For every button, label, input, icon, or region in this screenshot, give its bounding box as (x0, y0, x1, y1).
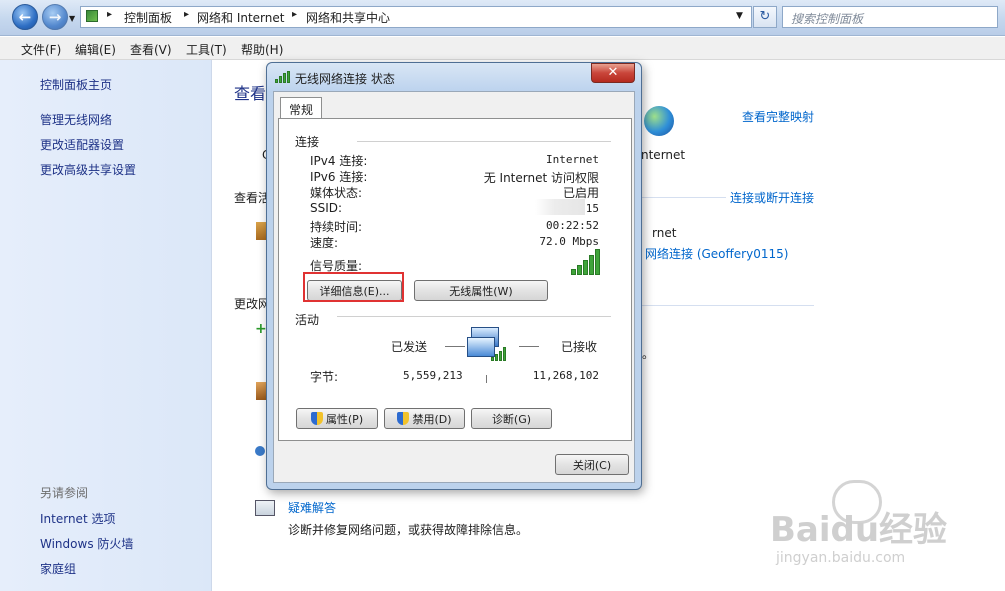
wireless-connection-link[interactable]: 网络连接 (Geoffery0115) (645, 245, 788, 262)
group-divider (357, 141, 611, 142)
access-type-label: rnet (652, 226, 677, 240)
change-settings-heading: 更改网 (234, 297, 271, 311)
received-label: 已接收 (561, 340, 598, 354)
bytes-label: 字节: (310, 370, 339, 384)
sharing-options-icon (255, 446, 265, 456)
troubleshoot-description: 诊断并修复网络问题，或获得故障排除信息。 (288, 523, 529, 537)
disable-label: 禁用(D) (412, 412, 452, 426)
page-heading: 查看 (234, 84, 267, 103)
signal-quality-bars (571, 249, 603, 275)
baidu-watermark: Baidu经验 jingyan.baidu.com (770, 480, 1000, 590)
dialog-close-icon[interactable]: ✕ (591, 63, 635, 83)
menu-tools[interactable]: 工具(T) (186, 41, 227, 58)
menu-help[interactable]: 帮助(H) (241, 41, 283, 58)
speed-label: 速度: (310, 236, 339, 250)
connect-disconnect-link[interactable]: 连接或断开连接 (730, 189, 814, 206)
dialog-title: 无线网络连接 状态 (295, 72, 395, 86)
sidebar-adapter-settings[interactable]: 更改适配器设置 (40, 136, 124, 153)
network-folder-icon (86, 10, 98, 22)
sidebar: 控制面板主页 管理无线网络 更改适配器设置 更改高级共享设置 另请参阅 Inte… (0, 60, 212, 591)
refresh-icon[interactable]: ↻ (753, 6, 777, 28)
uac-shield-icon (310, 412, 323, 425)
history-dropdown-icon[interactable]: ▼ (69, 14, 75, 23)
duration-label: 持续时间: (310, 220, 363, 234)
ipv6-label: IPv6 连接: (310, 170, 368, 184)
ipv4-value: Internet (546, 153, 599, 166)
address-bar: ← → ▼ ▸ 控制面板 ▸ 网络和 Internet ▸ 网络和共享中心 ▼ … (0, 0, 1005, 36)
group-divider (337, 316, 611, 317)
menu-edit[interactable]: 编辑(E) (75, 41, 116, 58)
see-also-heading: 另请参阅 (40, 486, 89, 500)
breadcrumb-network-internet[interactable]: 网络和 Internet (197, 9, 284, 26)
wireless-properties-button[interactable]: 无线属性(W) (414, 280, 548, 301)
duration-value: 00:22:52 (546, 219, 599, 232)
sent-line (445, 346, 465, 347)
media-state-label: 媒体状态: (310, 186, 363, 200)
breadcrumb-sep-icon: ▸ (292, 9, 298, 20)
activity-group-label: 活动 (295, 313, 320, 327)
uac-shield-icon (397, 412, 410, 425)
ssid-label: SSID: (310, 201, 343, 215)
close-button[interactable]: 关闭(C) (555, 454, 629, 475)
speed-value: 72.0 Mbps (539, 235, 599, 248)
sent-label: 已发送 (391, 340, 428, 354)
received-line (519, 346, 539, 347)
address-dropdown-icon[interactable]: ▼ (736, 11, 743, 21)
diagnose-button[interactable]: 诊断(G) (471, 408, 552, 429)
menu-file[interactable]: 文件(F) (21, 41, 61, 58)
see-also-firewall[interactable]: Windows 防火墙 (40, 535, 133, 552)
breadcrumb-sharing-center[interactable]: 网络和共享中心 (306, 9, 390, 26)
disable-button[interactable]: 禁用(D) (384, 408, 465, 429)
ssid-blur (535, 199, 585, 215)
divider (640, 197, 726, 198)
watermark-brand: Baidu经验 (770, 510, 948, 550)
forward-button[interactable]: → (42, 4, 68, 30)
bytes-sent-value: 5,559,213 (403, 369, 463, 382)
highlight-box (303, 272, 404, 302)
search-input[interactable]: 搜索控制面板 (782, 6, 998, 28)
ipv4-label: IPv4 连接: (310, 154, 368, 168)
internet-globe-icon (644, 106, 674, 136)
view-full-map-link[interactable]: 查看完整映射 (742, 108, 814, 125)
back-button[interactable]: ← (12, 4, 38, 30)
tab-general[interactable]: 常规 (280, 97, 322, 119)
breadcrumb-sep-icon: ▸ (107, 9, 113, 20)
troubleshoot-link[interactable]: 疑难解答 (288, 499, 336, 516)
activity-tick (486, 375, 487, 383)
breadcrumb-control-panel[interactable]: 控制面板 (124, 9, 172, 26)
troubleshoot-icon (255, 500, 275, 516)
breadcrumb-sep-icon: ▸ (184, 9, 190, 20)
network-computers-icon (467, 327, 506, 361)
menu-bar: 文件(F) 编辑(E) 查看(V) 工具(T) 帮助(H) (0, 37, 1005, 60)
signal-icon (275, 71, 291, 83)
sidebar-manage-wireless[interactable]: 管理无线网络 (40, 111, 112, 128)
properties-label: 属性(P) (325, 412, 364, 426)
connection-group-label: 连接 (295, 135, 320, 149)
see-also-internet-options[interactable]: Internet 选项 (40, 510, 115, 527)
period-text: 。 (642, 347, 655, 361)
internet-label: nternet (641, 148, 686, 162)
bytes-received-value: 11,268,102 (532, 369, 599, 382)
menu-view[interactable]: 查看(V) (130, 41, 172, 58)
watermark-url: jingyan.baidu.com (776, 550, 906, 566)
address-field[interactable] (80, 6, 752, 28)
see-also-homegroup[interactable]: 家庭组 (40, 560, 76, 577)
divider (640, 305, 814, 306)
sidebar-home-link[interactable]: 控制面板主页 (40, 76, 112, 93)
dialog-titlebar[interactable]: 无线网络连接 状态 (267, 63, 641, 91)
active-networks-heading: 查看活 (234, 191, 271, 205)
ssid-value: 15 (585, 202, 599, 215)
properties-button[interactable]: 属性(P) (296, 408, 378, 429)
sidebar-advanced-sharing[interactable]: 更改高级共享设置 (40, 161, 136, 178)
